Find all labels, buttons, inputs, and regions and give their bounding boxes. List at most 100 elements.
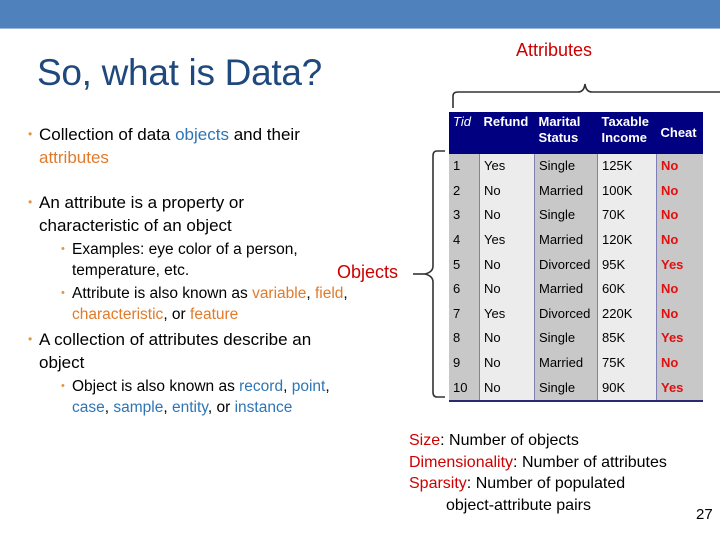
definition-size: Size: Number of objects <box>409 430 667 452</box>
cell-taxable-income: 60K <box>597 276 657 302</box>
objects-label: Objects <box>337 262 399 282</box>
term-feature: feature <box>190 306 239 323</box>
cell-marital-status: Married <box>534 276 598 302</box>
sub-bullet-attribute-aka: Attribute is also known as variable, fie… <box>61 283 348 325</box>
cell-taxable-income: 125K <box>597 154 657 179</box>
page-number: 27 <box>696 506 713 523</box>
term-variable: variable <box>252 285 307 302</box>
term-instance: instance <box>234 399 293 416</box>
cell-refund: Yes <box>479 154 535 179</box>
cell-cheat: Yes <box>656 375 703 402</box>
column-header-cheat: Cheat <box>656 112 703 154</box>
cell-taxable-income: 85K <box>597 326 657 351</box>
term-field: field <box>314 285 344 302</box>
bullet-collection-of-data: Collection of data objects and their att… <box>28 123 348 169</box>
objects-brace-icon <box>413 150 445 398</box>
separator: , <box>163 399 172 416</box>
cell-tid: 10 <box>449 375 480 402</box>
bullet-text: Collection of data <box>39 125 176 144</box>
term-case: case <box>72 399 105 416</box>
cell-taxable-income: 90K <box>597 375 657 402</box>
cell-marital-status: Married <box>534 350 598 376</box>
term-point: point <box>291 378 326 395</box>
data-table: Tid Refund Marital Status Taxable Income C… <box>449 112 703 402</box>
cell-taxable-income: 95K <box>597 252 657 277</box>
bullet-text: An attribute is a property or characteri… <box>39 193 245 235</box>
bullet-attribute-definition: An attribute is a property or characteri… <box>28 191 348 325</box>
cell-marital-status: Single <box>534 203 598 228</box>
cell-refund: No <box>479 375 535 402</box>
cell-marital-status: Divorced <box>534 252 598 277</box>
cell-taxable-income: 120K <box>597 227 657 253</box>
bullet-text: Attribute is also known as <box>72 285 253 302</box>
separator: , or <box>207 399 235 416</box>
bullet-text: A collection of attributes describe an o… <box>39 330 312 372</box>
sub-bullet-object-aka: Object is also known as record, point, c… <box>61 376 348 418</box>
column-header-refund: Refund <box>479 112 535 154</box>
bullet-text: Object is also known as <box>72 378 240 395</box>
cell-tid: 6 <box>449 276 480 302</box>
attributes-brace-icon <box>452 83 720 108</box>
bullet-text: and their <box>228 125 300 144</box>
cell-refund: Yes <box>479 227 535 253</box>
attributes-label: Attributes <box>516 40 593 60</box>
definition-sparsity: Sparsity: Number of populated <box>409 473 667 495</box>
header-line: Income <box>601 130 648 145</box>
cell-cheat: No <box>656 203 703 228</box>
cell-refund: No <box>479 203 535 228</box>
term-objects: objects <box>175 125 229 144</box>
cell-tid: 2 <box>449 178 480 204</box>
cell-marital-status: Married <box>534 178 598 204</box>
term-characteristic: characteristic <box>72 306 164 323</box>
cell-marital-status: Single <box>534 375 598 402</box>
separator: , <box>306 285 315 302</box>
cell-cheat: No <box>656 350 703 376</box>
column-header-marital-status: Marital Status <box>534 112 598 154</box>
table-row: 7 Yes Divorced 220K No <box>449 301 703 327</box>
table-row: 1 Yes Single 125K No <box>449 154 703 179</box>
cell-marital-status: Married <box>534 227 598 253</box>
bullet-list: Collection of data objects and their att… <box>28 123 348 440</box>
cell-marital-status: Single <box>534 326 598 351</box>
cell-tid: 4 <box>449 227 480 253</box>
term-dimensionality: Dimensionality <box>409 453 514 471</box>
cell-taxable-income: 100K <box>597 178 657 204</box>
header-line: Taxable <box>601 114 649 129</box>
cell-refund: No <box>479 326 535 351</box>
cell-refund: No <box>479 252 535 277</box>
cell-tid: 3 <box>449 203 480 228</box>
cell-refund: No <box>479 178 535 204</box>
term-sample: sample <box>113 399 164 416</box>
definition-text: : Number of objects <box>440 432 579 449</box>
table-row: 3 No Single 70K No <box>449 203 703 228</box>
cell-cheat: No <box>656 154 703 179</box>
column-header-tid: Tid <box>449 112 480 154</box>
table-row: 9 No Married 75K No <box>449 350 703 376</box>
term-record: record <box>239 378 284 395</box>
column-header-taxable-income: Taxable Income <box>597 112 657 154</box>
cell-cheat: No <box>656 276 703 302</box>
cell-refund: Yes <box>479 301 535 327</box>
cell-cheat: Yes <box>656 326 703 351</box>
header-line: Status <box>538 130 579 145</box>
term-attributes: attributes <box>39 148 109 167</box>
definition-text: : Number of populated <box>466 475 626 492</box>
bullet-text: Examples: eye color of a person, tempera… <box>72 241 298 279</box>
cell-marital-status: Single <box>534 154 598 179</box>
table-header-row: Tid Refund Marital Status Taxable Income C… <box>449 112 703 154</box>
cell-cheat: No <box>656 178 703 204</box>
table-row: 8 No Single 85K Yes <box>449 326 703 351</box>
sub-bullet-examples: Examples: eye color of a person, tempera… <box>61 239 348 281</box>
cell-taxable-income: 220K <box>597 301 657 327</box>
cell-marital-status: Divorced <box>534 301 598 327</box>
table-row: 5 No Divorced 95K Yes <box>449 252 703 277</box>
cell-refund: No <box>479 350 535 376</box>
separator: , <box>343 285 348 302</box>
table-row: 2 No Married 100K No <box>449 178 703 204</box>
slide-title: So, what is Data? <box>37 52 322 93</box>
cell-cheat: No <box>656 301 703 327</box>
term-sparsity: Sparsity <box>409 475 467 492</box>
cell-tid: 8 <box>449 326 480 351</box>
cell-taxable-income: 75K <box>597 350 657 376</box>
bullet-collection-of-attributes: A collection of attributes describe an o… <box>28 328 348 418</box>
